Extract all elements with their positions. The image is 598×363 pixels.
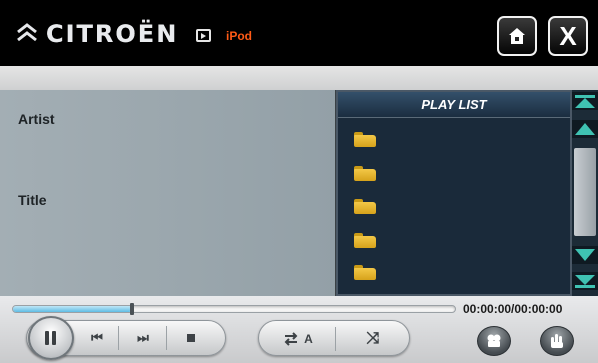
playlist-folder-item[interactable]	[354, 166, 376, 181]
scroll-bottom-button[interactable]	[572, 272, 598, 290]
shuffle-icon: ⤨	[366, 330, 380, 347]
scroll-up-button[interactable]	[572, 120, 598, 138]
previous-track-button[interactable]: ⏮	[84, 325, 110, 351]
progress-knob[interactable]	[130, 303, 135, 315]
play-mode-group: A ⤨	[258, 320, 410, 356]
playlist-folder-item[interactable]	[354, 132, 376, 147]
title-label: Title	[18, 192, 47, 208]
close-icon: X	[559, 20, 577, 51]
header-bar: CITROËN iPod X	[0, 0, 598, 66]
playlist-header: PLAY LIST	[338, 92, 570, 118]
next-icon: ⏭	[137, 330, 149, 345]
playback-controls-bar: 00:00:00/00:00:00 ⏮ ⏭ A ⤨	[0, 296, 598, 363]
close-button[interactable]: X	[548, 16, 588, 56]
track-info-panel: Artist Title	[0, 90, 336, 296]
playlist-folder-item[interactable]	[354, 199, 376, 214]
playlist-panel: PLAY LIST	[336, 90, 572, 296]
camera-icon	[487, 334, 501, 347]
status-strip	[0, 66, 598, 90]
hand-icon	[551, 334, 563, 348]
source-label: iPod	[226, 29, 252, 43]
transport-divider	[118, 326, 119, 350]
artist-label: Artist	[18, 111, 55, 127]
progress-fill	[13, 306, 133, 312]
time-readout: 00:00:00/00:00:00	[463, 302, 563, 316]
repeat-mode-label: A	[304, 332, 313, 346]
transport-divider	[166, 326, 167, 350]
settings-button[interactable]	[540, 326, 574, 356]
scroll-up-icon	[575, 123, 595, 135]
home-button[interactable]	[497, 16, 537, 56]
previous-icon: ⏮	[91, 330, 103, 345]
shuffle-button[interactable]: ⤨	[335, 321, 411, 357]
pause-button[interactable]	[28, 316, 74, 360]
media-source-icon[interactable]	[196, 29, 211, 42]
pause-icon	[45, 331, 57, 345]
playlist-folder-item[interactable]	[354, 233, 376, 248]
home-icon	[509, 28, 525, 44]
progress-slider[interactable]	[12, 303, 456, 315]
scroll-thumb[interactable]	[574, 148, 596, 236]
scroll-down-button[interactable]	[572, 246, 598, 264]
repeat-icon	[284, 332, 298, 346]
next-track-button[interactable]: ⏭	[130, 325, 156, 351]
citroen-chevrons-logo	[17, 23, 37, 42]
repeat-button[interactable]: A	[259, 321, 335, 357]
scroll-top-button[interactable]	[572, 92, 598, 110]
stop-button[interactable]	[178, 325, 204, 351]
playlist-scrollbar[interactable]	[572, 90, 598, 296]
playlist-folder-item[interactable]	[354, 265, 376, 280]
stop-icon	[187, 334, 195, 342]
scroll-down-icon	[575, 249, 595, 261]
scroll-bottom-icon	[575, 284, 595, 288]
brand-name: CITROËN	[46, 20, 179, 48]
video-button[interactable]	[477, 326, 511, 356]
